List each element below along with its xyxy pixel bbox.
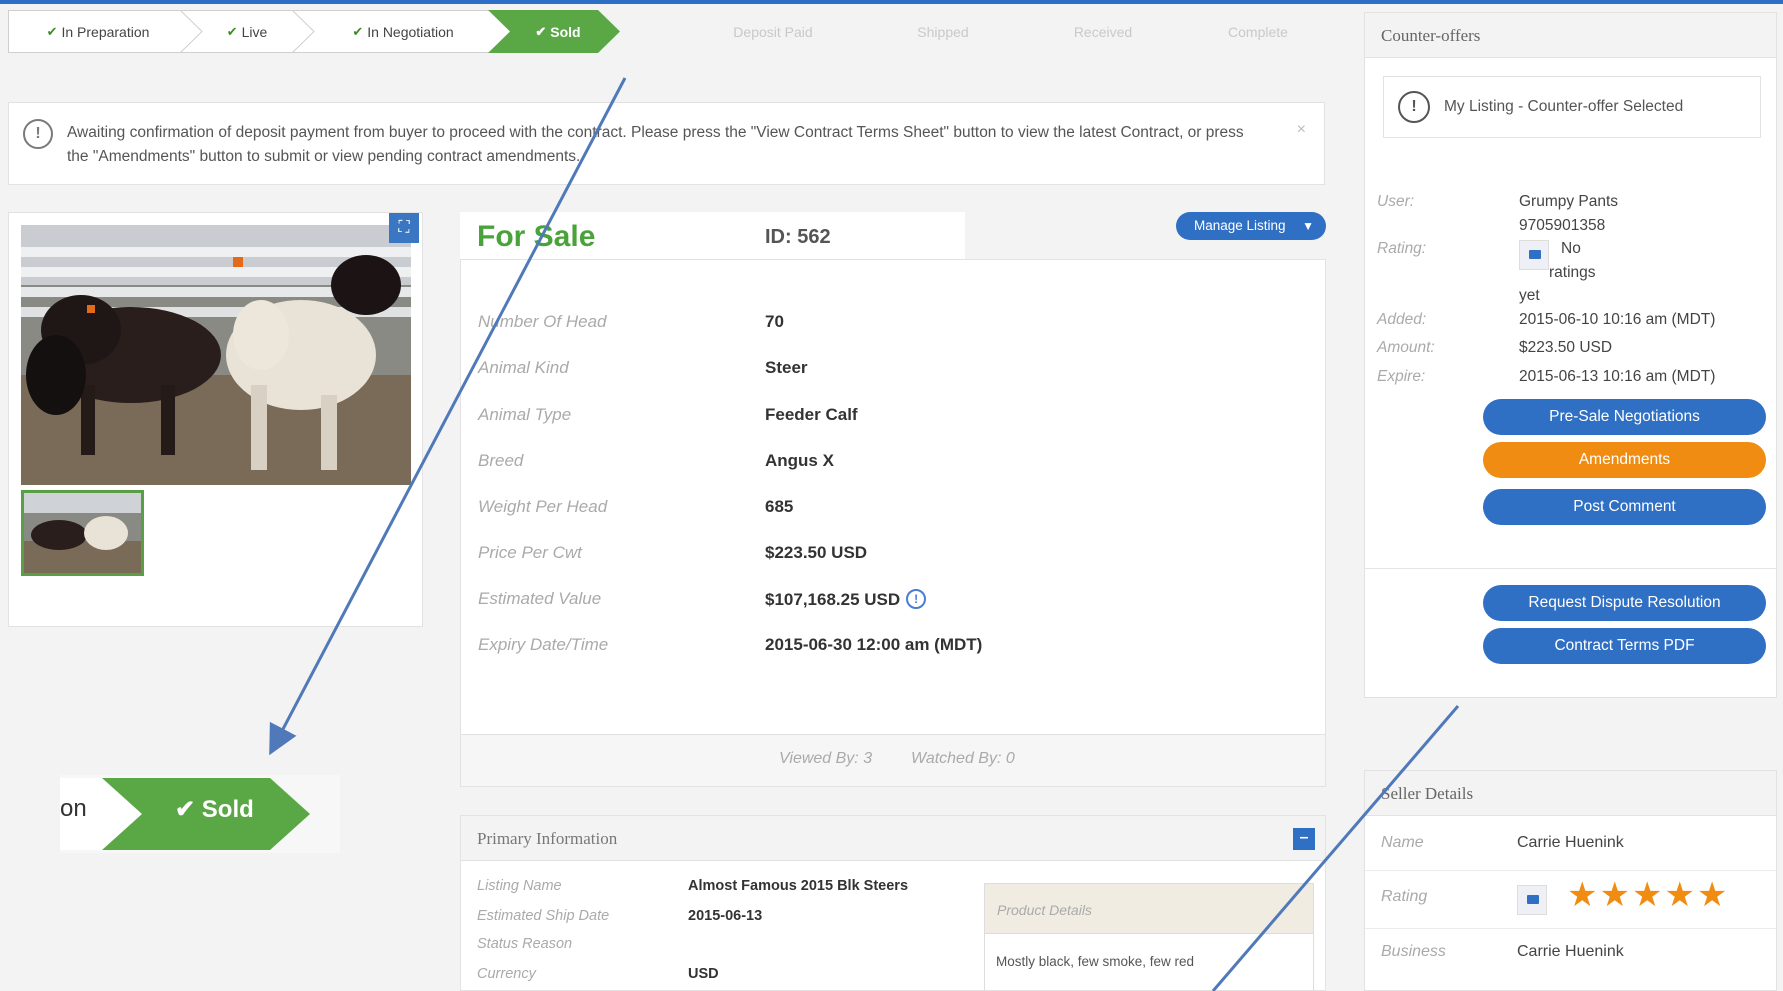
divider (1365, 568, 1776, 569)
detail-row-weight-per-head: Weight Per Head 685 (478, 497, 794, 516)
product-details-label: Product Details (997, 902, 1092, 918)
check-icon: ✔ (352, 23, 364, 39)
status-alert: ! Awaiting confirmation of deposit payme… (8, 102, 1325, 185)
product-details: Product Details (984, 883, 1314, 990)
top-accent-bar (0, 0, 1783, 4)
check-icon: ✔ (226, 23, 238, 39)
step-live[interactable]: ✔ Live (204, 10, 290, 53)
manage-listing-button[interactable]: Manage Listing ▼ (1176, 212, 1326, 240)
progress-steps: ✔ In Preparation ✔ Live ✔ In Negotiation ✔ S… (8, 10, 1318, 53)
step-complete[interactable]: Complete (1183, 10, 1333, 53)
photo-gallery: ⛶ (8, 212, 423, 627)
panel-title: Primary Information (477, 829, 618, 848)
collapse-button[interactable]: – (1293, 828, 1315, 850)
primary-information-panel: Primary Information – Listing Name Almost… (460, 815, 1326, 991)
chevron-down-icon: ▼ (1302, 219, 1314, 233)
check-icon: ✔ (175, 796, 202, 823)
info-icon: ! (1398, 91, 1430, 123)
panel-header: Primary Information – (461, 816, 1325, 861)
post-comment-button[interactable]: Post Comment (1483, 489, 1766, 525)
seller-business-row: Business Carrie Huenink (1381, 943, 1624, 960)
viewed-count: Viewed By: 3 (779, 750, 873, 767)
step-in-negotiation[interactable]: ✔ In Negotiation (328, 10, 478, 53)
detail-row-animal-type: Animal Type Feeder Calf (478, 405, 858, 424)
alert-message: Awaiting confirmation of deposit payment… (67, 124, 1244, 165)
panel-title: Counter-offers (1381, 26, 1481, 45)
listing-details: Number Of Head 70 Animal Kind Steer Animal… (460, 259, 1326, 787)
detail-row-number-of-head: Number Of Head 70 (478, 312, 784, 331)
seller-details-panel: Seller Details Name Carrie Huenink Rating… (1364, 770, 1777, 991)
seller-rating-row: Rating ★★★★★ (1365, 871, 1776, 929)
step-shipped[interactable]: Shipped (868, 10, 1018, 53)
detail-row-expiry: Expiry Date/Time 2015-06-30 12:00 am (MDT… (478, 635, 983, 654)
listing-status: For Sale (477, 220, 596, 253)
check-icon: ✔ (535, 23, 547, 39)
counter-offers-panel: Counter-offers ! My Listing - Counter-of… (1364, 12, 1777, 698)
detail-row-estimated-value: Estimated Value $107,168.25 USD! (478, 589, 1258, 615)
product-details-text: Mostly black, few smoke, few red (996, 954, 1195, 969)
info-icon: ! (23, 119, 53, 149)
watched-count: Watched By: 0 (911, 750, 1015, 767)
zoom-prev-label: on (60, 795, 87, 822)
zoom-sold-label: ✔ Sold (175, 796, 254, 823)
listing-stats: Viewed By: 3 Watched By: 0 (461, 734, 1325, 786)
comment-icon[interactable] (1519, 240, 1549, 270)
check-icon: ✔ (46, 23, 58, 39)
listing-id: ID: 562 (765, 226, 831, 248)
photo-thumbnail[interactable] (21, 490, 144, 576)
seller-name-row: Name Carrie Huenink (1365, 816, 1776, 871)
step-deposit-paid[interactable]: Deposit Paid (698, 10, 848, 53)
panel-header: Counter-offers (1365, 13, 1776, 58)
pre-sale-negotiations-button[interactable]: Pre-Sale Negotiations (1483, 399, 1766, 435)
panel-title: Seller Details (1381, 784, 1474, 803)
amendments-button[interactable]: Amendments (1483, 442, 1766, 478)
step-received[interactable]: Received (1028, 10, 1178, 53)
listing-card: For Sale ID: 562 Manage Listing ▼ Number … (460, 212, 1326, 787)
listing-header: For Sale ID: 562 (460, 212, 965, 262)
comment-icon[interactable] (1517, 885, 1547, 915)
request-dispute-resolution-button[interactable]: Request Dispute Resolution (1483, 585, 1766, 621)
detail-row-breed: Breed Angus X (478, 451, 834, 470)
sold-step-zoom-inset: on ✔ Sold (60, 775, 340, 853)
counter-offer-selected-notice: ! My Listing - Counter-offer Selected (1383, 76, 1761, 138)
info-icon[interactable]: ! (906, 589, 927, 609)
step-sold[interactable]: ✔ Sold (513, 10, 603, 53)
cattle-photo[interactable] (21, 225, 411, 485)
close-icon[interactable]: × (1297, 121, 1306, 139)
detail-row-animal-kind: Animal Kind Steer (478, 358, 808, 377)
expand-icon[interactable]: ⛶ (389, 213, 419, 243)
star-rating: ★★★★★ (1567, 876, 1730, 914)
panel-header: Seller Details (1365, 771, 1776, 816)
step-in-preparation[interactable]: ✔ In Preparation (18, 10, 178, 53)
detail-row-price-per-cwt: Price Per Cwt $223.50 USD (478, 543, 868, 562)
contract-terms-pdf-button[interactable]: Contract Terms PDF (1483, 628, 1766, 664)
